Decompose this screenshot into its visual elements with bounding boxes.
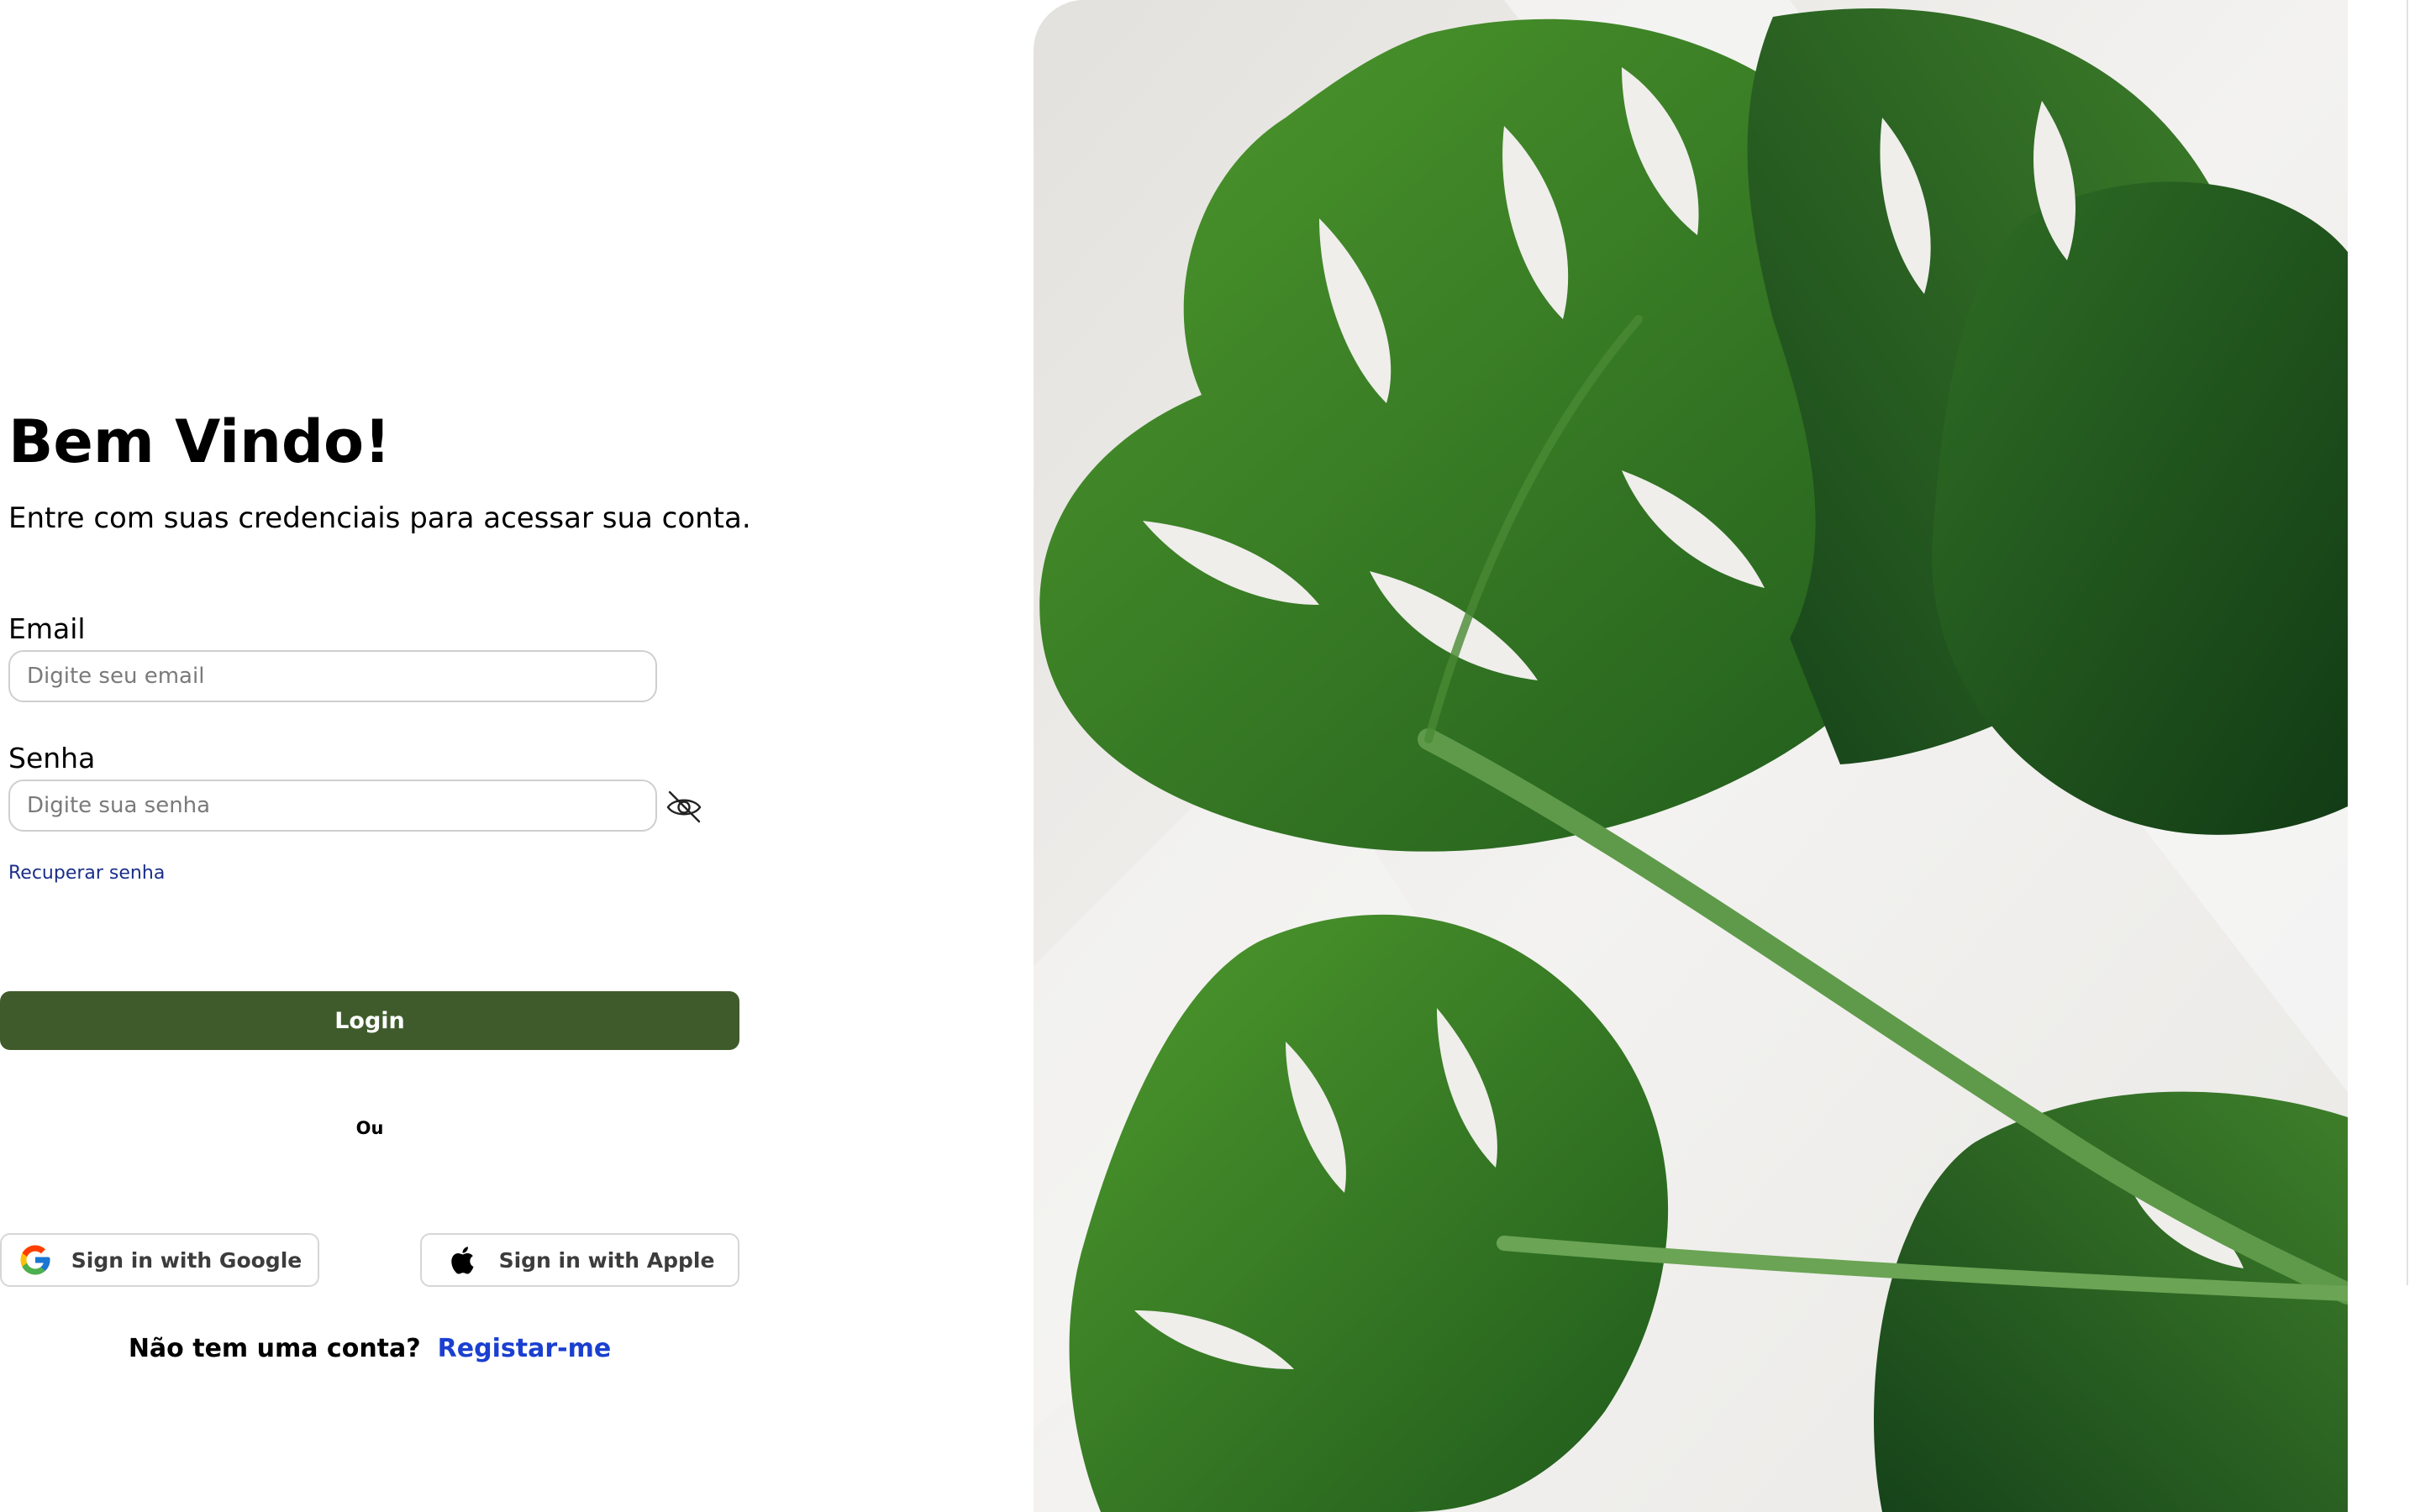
apple-signin-button[interactable]: Sign in with Apple	[420, 1233, 739, 1287]
apple-icon	[450, 1247, 474, 1274]
or-divider-text: Ou	[355, 1118, 384, 1138]
page-title: Bem Vindo!	[8, 407, 392, 476]
login-button[interactable]: Login	[0, 991, 739, 1050]
email-field[interactable]	[8, 650, 657, 702]
register-row: Não tem uma conta? Registar-me	[0, 1331, 739, 1368]
password-visibility-toggle[interactable]	[666, 790, 702, 823]
hero-image	[1034, 0, 2348, 1512]
google-icon	[20, 1245, 50, 1275]
password-field[interactable]	[8, 780, 657, 832]
register-link[interactable]: Registar-me	[438, 1331, 612, 1368]
no-account-text: Não tem uma conta?	[128, 1334, 421, 1363]
email-label: Email	[8, 612, 86, 645]
scrollbar[interactable]	[2407, 0, 2420, 1285]
google-signin-label: Sign in with Google	[71, 1247, 302, 1273]
password-label: Senha	[8, 742, 96, 774]
google-signin-button[interactable]: Sign in with Google	[0, 1233, 319, 1287]
recover-password-link[interactable]: Recuperar senha	[8, 860, 165, 887]
eye-slash-icon	[666, 790, 702, 823]
login-page: Bem Vindo! Entre com suas credenciais pa…	[0, 0, 2420, 1512]
monstera-leaves-illustration	[1034, 0, 2348, 1512]
apple-signin-label: Sign in with Apple	[498, 1247, 715, 1273]
page-subtitle: Entre com suas credenciais para acessar …	[8, 501, 751, 535]
